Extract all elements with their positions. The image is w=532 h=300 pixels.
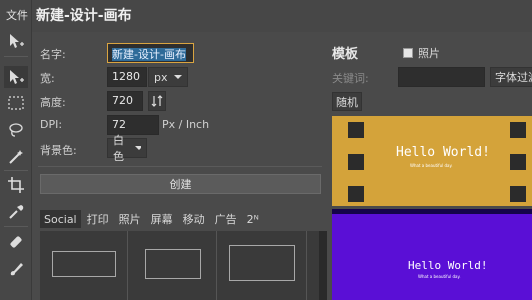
preset-item[interactable]	[229, 245, 295, 281]
photo-checkbox[interactable]	[403, 48, 413, 58]
height-label: 高度:	[40, 96, 66, 109]
swap-dimensions-button[interactable]	[148, 91, 166, 111]
preset-item[interactable]	[145, 249, 201, 279]
font-filter-button[interactable]: 字体过滤	[490, 67, 532, 87]
template-thumbnail[interactable]: Hello World! What a beautiful day.	[332, 209, 532, 300]
width-unit-value: px	[154, 70, 168, 84]
width-label: 宽:	[40, 72, 55, 85]
background-select[interactable]: 白色	[107, 134, 147, 163]
film-hole	[510, 154, 526, 170]
template-title: Hello World!	[396, 145, 490, 160]
tab-power-of-two[interactable]: 2ᴺ	[243, 210, 263, 228]
cursor-icon	[10, 70, 24, 84]
tab-social[interactable]: Social	[40, 210, 81, 228]
preset-tabs: Social 打印 照片 屏幕 移动 广告 2ᴺ	[40, 210, 263, 228]
height-input[interactable]: 720	[107, 91, 143, 111]
new-canvas-dialog: 名字: 新建-设计-画布 宽: 1280 px 高度: 720 DPI: 72 …	[32, 32, 532, 300]
name-value: 新建-设计-画布	[112, 48, 186, 61]
chevron-down-icon	[135, 146, 141, 150]
dpi-label: DPI:	[40, 118, 63, 131]
cursor-plus-icon	[10, 34, 24, 48]
width-input[interactable]: 1280	[107, 67, 147, 87]
bandage-icon	[10, 236, 22, 248]
preset-scrollbar[interactable]	[319, 231, 327, 300]
templates-title: 模板	[332, 47, 359, 62]
background-label: 背景色:	[40, 144, 77, 157]
template-thumbnail[interactable]: Hello World! What a beautiful day.	[332, 116, 532, 206]
film-hole	[348, 186, 364, 202]
marquee-tool[interactable]	[4, 92, 28, 114]
marquee-icon	[8, 96, 24, 110]
chevron-down-icon	[173, 75, 182, 79]
divider	[38, 166, 322, 167]
template-subtitle: What a beautiful day.	[418, 274, 461, 279]
create-button[interactable]: 创建	[40, 174, 321, 194]
template-title: Hello World!	[408, 259, 488, 272]
healing-tool[interactable]	[4, 231, 28, 253]
crop-tool[interactable]	[4, 174, 28, 196]
film-hole	[510, 186, 526, 202]
eyedropper-tool[interactable]	[4, 201, 28, 223]
template-subtitle: What a beautiful day.	[410, 163, 453, 168]
name-label: 名字:	[40, 48, 66, 61]
background-value: 白色	[113, 134, 124, 163]
dpi-unit: Px / Inch	[162, 118, 210, 131]
file-menu[interactable]: 文件	[6, 7, 28, 23]
tool-bar: 文件	[0, 0, 32, 300]
move-add-tool[interactable]	[4, 30, 28, 52]
film-hole	[510, 122, 526, 138]
keyword-label: 关键词:	[332, 72, 369, 85]
tab-mobile[interactable]: 移动	[179, 210, 209, 228]
tab-print[interactable]: 打印	[83, 210, 113, 228]
magic-wand-tool[interactable]	[4, 146, 28, 168]
film-hole	[348, 154, 364, 170]
wand-icon	[9, 150, 23, 164]
keyword-input[interactable]	[398, 67, 485, 87]
eyedropper-icon	[9, 205, 24, 219]
photo-checkbox-label: 照片	[418, 47, 440, 60]
name-input[interactable]: 新建-设计-画布	[107, 43, 194, 63]
width-unit-select[interactable]: px	[148, 67, 188, 87]
film-hole	[348, 122, 364, 138]
lasso-icon	[9, 123, 23, 137]
brush-tool[interactable]	[4, 258, 28, 280]
page-title: 新建-设计-画布	[36, 8, 132, 24]
tab-ads[interactable]: 广告	[211, 210, 241, 228]
preset-item[interactable]	[52, 251, 116, 277]
preset-list	[40, 231, 327, 300]
lasso-tool[interactable]	[4, 119, 28, 141]
tab-photo[interactable]: 照片	[115, 210, 145, 228]
random-button[interactable]: 随机	[332, 92, 362, 111]
swap-icon	[151, 95, 163, 107]
brush-icon	[10, 263, 23, 276]
select-tool[interactable]	[4, 66, 28, 88]
tab-screen[interactable]: 屏幕	[147, 210, 177, 228]
crop-icon	[8, 177, 24, 193]
